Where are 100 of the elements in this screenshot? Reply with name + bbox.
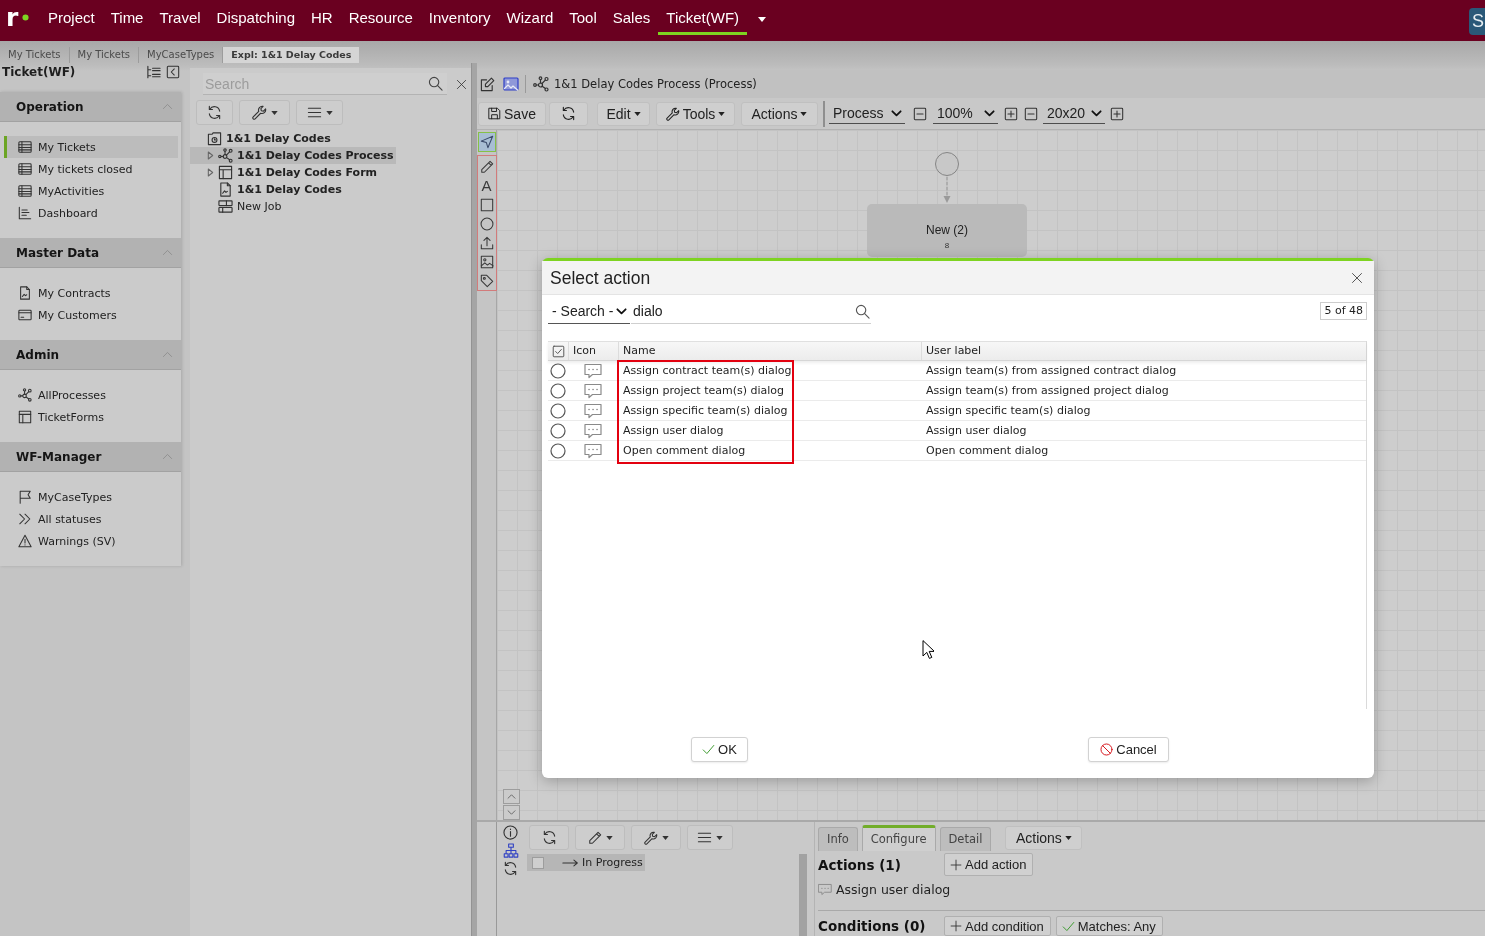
home-logo[interactable]: r <box>0 0 40 35</box>
menu-item[interactable]: Ticket(WF) <box>658 0 748 35</box>
caret-down-icon[interactable] <box>758 17 767 22</box>
breadcrumb[interactable]: My Tickets <box>68 47 139 63</box>
tree-item[interactable]: New Job <box>190 198 284 215</box>
tree-item[interactable]: 1&1 Delay Codes <box>190 130 333 147</box>
minus-box-icon[interactable] <box>913 106 927 121</box>
text-tool[interactable]: A <box>477 176 496 195</box>
nav-item[interactable]: Dashboard <box>4 202 178 224</box>
grid-size-select[interactable]: 20x20 <box>1043 103 1105 124</box>
picture-icon <box>479 254 494 269</box>
caret-down-icon <box>270 110 278 115</box>
menu-item[interactable]: Dispatching <box>208 0 303 35</box>
plus-icon <box>950 920 962 932</box>
plus-box-icon[interactable] <box>1004 106 1018 121</box>
edit-menu-button[interactable] <box>575 825 625 850</box>
pointer-tool[interactable] <box>477 132 496 152</box>
zoom-select[interactable]: 100% <box>933 103 998 124</box>
tree-item[interactable]: 1&1 Delay Codes Form <box>190 164 380 181</box>
list-menu-button[interactable] <box>296 100 343 125</box>
nav-item[interactable]: MyCaseTypes <box>4 486 178 508</box>
menu-item[interactable]: HR <box>303 0 341 35</box>
actions-menu-button[interactable]: Actions <box>1005 825 1083 850</box>
ellipse-tool[interactable] <box>477 214 496 233</box>
tab[interactable]: Configure <box>861 825 936 851</box>
menu-item[interactable]: Tool <box>561 0 605 35</box>
nav-item[interactable]: TicketForms <box>4 406 178 428</box>
edit-menu-button[interactable]: Edit <box>597 101 650 126</box>
tools-menu-button[interactable] <box>631 825 681 850</box>
menu-item[interactable]: Sales <box>604 0 659 35</box>
caret-down-icon <box>325 110 333 115</box>
info-icon[interactable] <box>503 825 518 840</box>
menu-item[interactable]: Time <box>102 0 152 35</box>
menu-item[interactable]: Resource <box>340 0 421 35</box>
menu-item[interactable]: Inventory <box>420 0 499 35</box>
collapse-panel-icon[interactable] <box>166 65 180 79</box>
minus-box-icon[interactable] <box>1024 106 1038 121</box>
table-icon <box>18 184 32 198</box>
refresh-button[interactable] <box>529 825 569 850</box>
nav-item[interactable]: AllProcesses <box>4 384 178 406</box>
edit-icon[interactable] <box>480 76 495 92</box>
menu-item[interactable]: Wizard <box>498 0 562 35</box>
tools-menu-button[interactable] <box>239 100 290 125</box>
action-item[interactable]: Assign user dialog <box>818 880 951 898</box>
section-header[interactable]: Master Data <box>0 238 181 268</box>
add-condition-button[interactable]: Add condition <box>944 916 1051 936</box>
card-icon <box>18 308 32 322</box>
menu-item[interactable]: Travel <box>151 0 209 35</box>
upload-icon <box>479 235 494 250</box>
close-icon[interactable] <box>456 78 467 90</box>
actions-menu-button[interactable]: Actions <box>741 101 818 126</box>
nav-item[interactable]: My Contracts <box>4 282 178 304</box>
user-button[interactable]: S <box>1469 8 1485 35</box>
list-tree-icon[interactable] <box>146 65 161 80</box>
view-select[interactable]: Process <box>829 103 905 124</box>
plus-box-icon[interactable] <box>1110 106 1124 121</box>
wrench-icon <box>665 106 680 121</box>
check-icon <box>1061 919 1075 933</box>
tab[interactable]: Detail <box>939 827 992 851</box>
dot-icon <box>22 14 30 21</box>
network-icon <box>18 388 32 402</box>
nav-item[interactable]: My Customers <box>4 304 178 326</box>
refresh-icon[interactable] <box>503 861 518 876</box>
table-icon <box>18 140 32 154</box>
list-item[interactable]: In Progress <box>527 854 645 871</box>
nav-item[interactable]: MyActivities <box>4 180 178 202</box>
nav-item[interactable]: Warnings (SV) <box>4 530 178 552</box>
refresh-icon <box>541 830 557 845</box>
scrollbar[interactable] <box>799 854 807 936</box>
checkbox[interactable] <box>532 856 544 869</box>
caret-down-icon <box>661 835 669 840</box>
tree-item[interactable]: 1&1 Delay Codes <box>190 181 344 198</box>
image-icon[interactable] <box>503 76 519 92</box>
nav-item[interactable]: My Tickets <box>4 136 178 158</box>
breadcrumb[interactable]: My Tickets <box>0 47 69 63</box>
caret-down-icon <box>716 835 723 840</box>
chevron-down-icon <box>1091 108 1102 118</box>
menu-icon <box>697 830 712 845</box>
flag-icon <box>18 490 32 504</box>
section-header[interactable]: Admin <box>0 340 181 370</box>
nav-item[interactable]: My tickets closed <box>4 158 178 180</box>
breadcrumb[interactable]: Expl: 1&1 Delay Codes <box>222 47 360 63</box>
menu-item[interactable]: Project <box>40 0 103 35</box>
section-header[interactable]: Operation <box>0 92 181 122</box>
refresh-button[interactable] <box>196 100 233 125</box>
nav-item[interactable]: All statuses <box>4 508 178 530</box>
save-button[interactable]: Save <box>478 101 546 126</box>
add-action-button[interactable]: Add action <box>944 853 1034 876</box>
list-menu-button[interactable] <box>687 825 733 850</box>
refresh-icon <box>561 106 576 121</box>
tree-item[interactable]: 1&1 Delay Codes Process <box>190 147 396 164</box>
section-header[interactable]: WF-Manager <box>0 442 181 472</box>
match-mode-button[interactable]: Matches: Any <box>1055 916 1163 936</box>
search-icon <box>428 76 443 91</box>
layout-icon <box>18 410 32 424</box>
refresh-button[interactable] <box>549 101 588 126</box>
document-icon <box>218 182 233 197</box>
sitemap-icon[interactable] <box>502 843 519 858</box>
tools-menu-button[interactable]: Tools <box>656 101 735 126</box>
tab[interactable]: Info <box>818 827 858 851</box>
